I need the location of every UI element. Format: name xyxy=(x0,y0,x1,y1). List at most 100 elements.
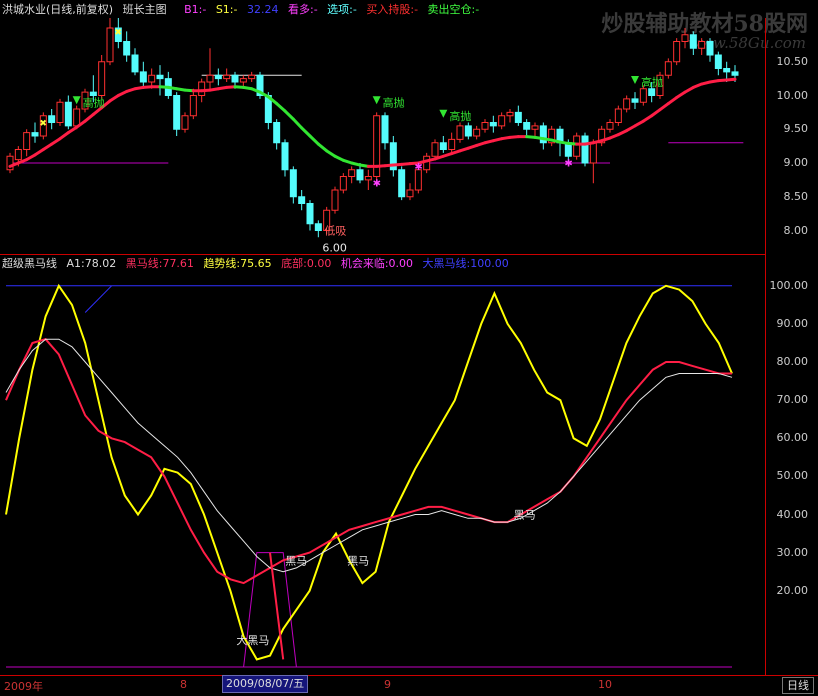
signal-star-icon: ✱ xyxy=(564,158,572,169)
pick-value: 选项:- xyxy=(327,3,357,16)
candle-body xyxy=(689,34,697,49)
candle-body xyxy=(198,81,206,96)
candle-body xyxy=(214,74,222,80)
candle-body xyxy=(648,88,656,96)
period-button[interactable]: 日线 xyxy=(782,677,814,694)
high-sell-label: 高抛 xyxy=(383,95,405,109)
trend-ma-line xyxy=(725,77,737,82)
price-tick: 9.00 xyxy=(783,156,809,169)
month-8-label: 8 xyxy=(180,678,187,691)
candle-body xyxy=(431,142,439,157)
buy-star-icon: ✖ xyxy=(114,28,122,38)
high-sell-label: 高抛 xyxy=(83,95,105,109)
candle-body xyxy=(514,111,522,123)
candle-body xyxy=(406,189,414,198)
price-axis: 10.50 10.00 9.50 9.00 8.50 8.00 xyxy=(765,18,818,254)
candle-body xyxy=(498,115,506,127)
candle-body xyxy=(606,122,614,130)
candle-body xyxy=(181,115,189,130)
b1-value: B1:- xyxy=(184,3,207,16)
candle-body xyxy=(189,95,197,117)
black-horse-label: 黑马 xyxy=(514,509,536,522)
candle-body xyxy=(731,71,739,76)
candle-body xyxy=(31,132,39,137)
candle-body xyxy=(131,54,139,73)
price-tick: 8.50 xyxy=(783,189,809,203)
indicator-tick: 90.00 xyxy=(776,316,809,330)
indicator-tick: 40.00 xyxy=(776,507,809,521)
candle-body xyxy=(73,108,81,127)
candle-body xyxy=(523,122,531,130)
candle-body xyxy=(573,135,581,157)
candle-body xyxy=(231,74,239,83)
year-label: 2009年 xyxy=(4,680,43,693)
chance-value: 机会来临:0.00 xyxy=(340,257,414,270)
sell-arrow-icon xyxy=(72,96,81,105)
candle-body xyxy=(348,169,356,177)
buy-value: 买入持股:- xyxy=(366,3,419,16)
candle-body xyxy=(589,142,597,164)
trend-ma-line xyxy=(291,117,304,130)
candle-body xyxy=(273,122,281,144)
candle-body xyxy=(456,125,464,140)
sell-arrow-icon xyxy=(372,96,381,105)
candle-body xyxy=(89,91,97,96)
trend-ma-line xyxy=(666,96,679,106)
indicator-header: 超级黑马线 A1:78.02 黑马线:77.61 趋势线:75.65 底部:0.… xyxy=(2,256,515,272)
candle-body xyxy=(681,34,689,42)
trend-ma-line xyxy=(658,102,670,112)
hidden-value: 32.24 xyxy=(246,3,279,16)
trend-ma-line xyxy=(308,134,320,146)
template-name[interactable]: 班长主图 xyxy=(123,3,167,16)
price-tick: 9.50 xyxy=(783,122,809,136)
candle-body xyxy=(639,88,647,103)
cursor-date: 2009/08/07/五 xyxy=(222,675,309,693)
month-9-label: 9 xyxy=(384,678,391,691)
price-chart[interactable]: 11.396.00低吸高抛高抛高抛高抛✖✖✱✱✱ xyxy=(0,18,766,254)
trend-ma-line xyxy=(650,108,662,118)
stock-title[interactable]: 洪城水业(日线,前复权) xyxy=(2,3,113,16)
indicator-tick: 20.00 xyxy=(776,583,809,597)
top-step-line xyxy=(84,285,112,313)
candle-body xyxy=(281,142,289,171)
month-10-label: 10 xyxy=(598,678,612,691)
trend-ma-line xyxy=(300,126,312,138)
buy-star-icon: ✖ xyxy=(39,119,47,129)
indicator-tick: 50.00 xyxy=(776,469,809,483)
a1-value: A1:78.02 xyxy=(66,257,117,270)
s1-value: S1:- xyxy=(215,3,238,16)
candle-body xyxy=(723,68,731,73)
candle-body xyxy=(398,169,406,198)
candle-body xyxy=(481,122,489,130)
indicator-name[interactable]: 超级黑马线 xyxy=(2,257,57,270)
candle-body xyxy=(248,74,256,80)
candle-body xyxy=(623,98,631,110)
indicator-axis: 100.00 90.00 80.00 70.00 60.00 50.00 40.00 30.0… xyxy=(765,255,818,675)
candle-body xyxy=(106,27,114,63)
main-chart-header: 洪城水业(日线,前复权) 班长主图 B1:- S1:- 32.24 看多:- 选… xyxy=(2,2,485,18)
black-horse-label: 黑马 xyxy=(347,554,369,567)
candle-body xyxy=(673,41,681,63)
candle-body xyxy=(139,71,147,83)
candle-body xyxy=(14,149,22,161)
indicator-chart[interactable]: 黑马 黑马黑马大黑马 xyxy=(0,272,766,674)
indicator-tick: 70.00 xyxy=(776,393,809,407)
big-horse-value: 大黑马线:100.00 xyxy=(422,257,509,270)
candle-body xyxy=(331,189,339,211)
candle-body xyxy=(464,125,472,137)
trend-ma-line xyxy=(283,109,295,121)
trend-ma-line xyxy=(83,112,95,123)
price-tick: 8.00 xyxy=(783,223,809,237)
candle-body xyxy=(306,203,314,225)
sell-arrow-icon xyxy=(439,109,448,118)
candle-body xyxy=(48,115,56,123)
candle-body xyxy=(98,61,106,96)
series-line-1 xyxy=(5,338,732,585)
trend-ma-line xyxy=(316,142,329,153)
candle-body xyxy=(223,74,231,80)
candle-body xyxy=(23,132,31,150)
high-sell-label: 高抛 xyxy=(449,109,471,123)
bottom-value: 底部:0.00 xyxy=(281,257,332,270)
signal-star-icon: ✱ xyxy=(373,179,381,190)
indicator-tick: 30.00 xyxy=(776,545,809,559)
